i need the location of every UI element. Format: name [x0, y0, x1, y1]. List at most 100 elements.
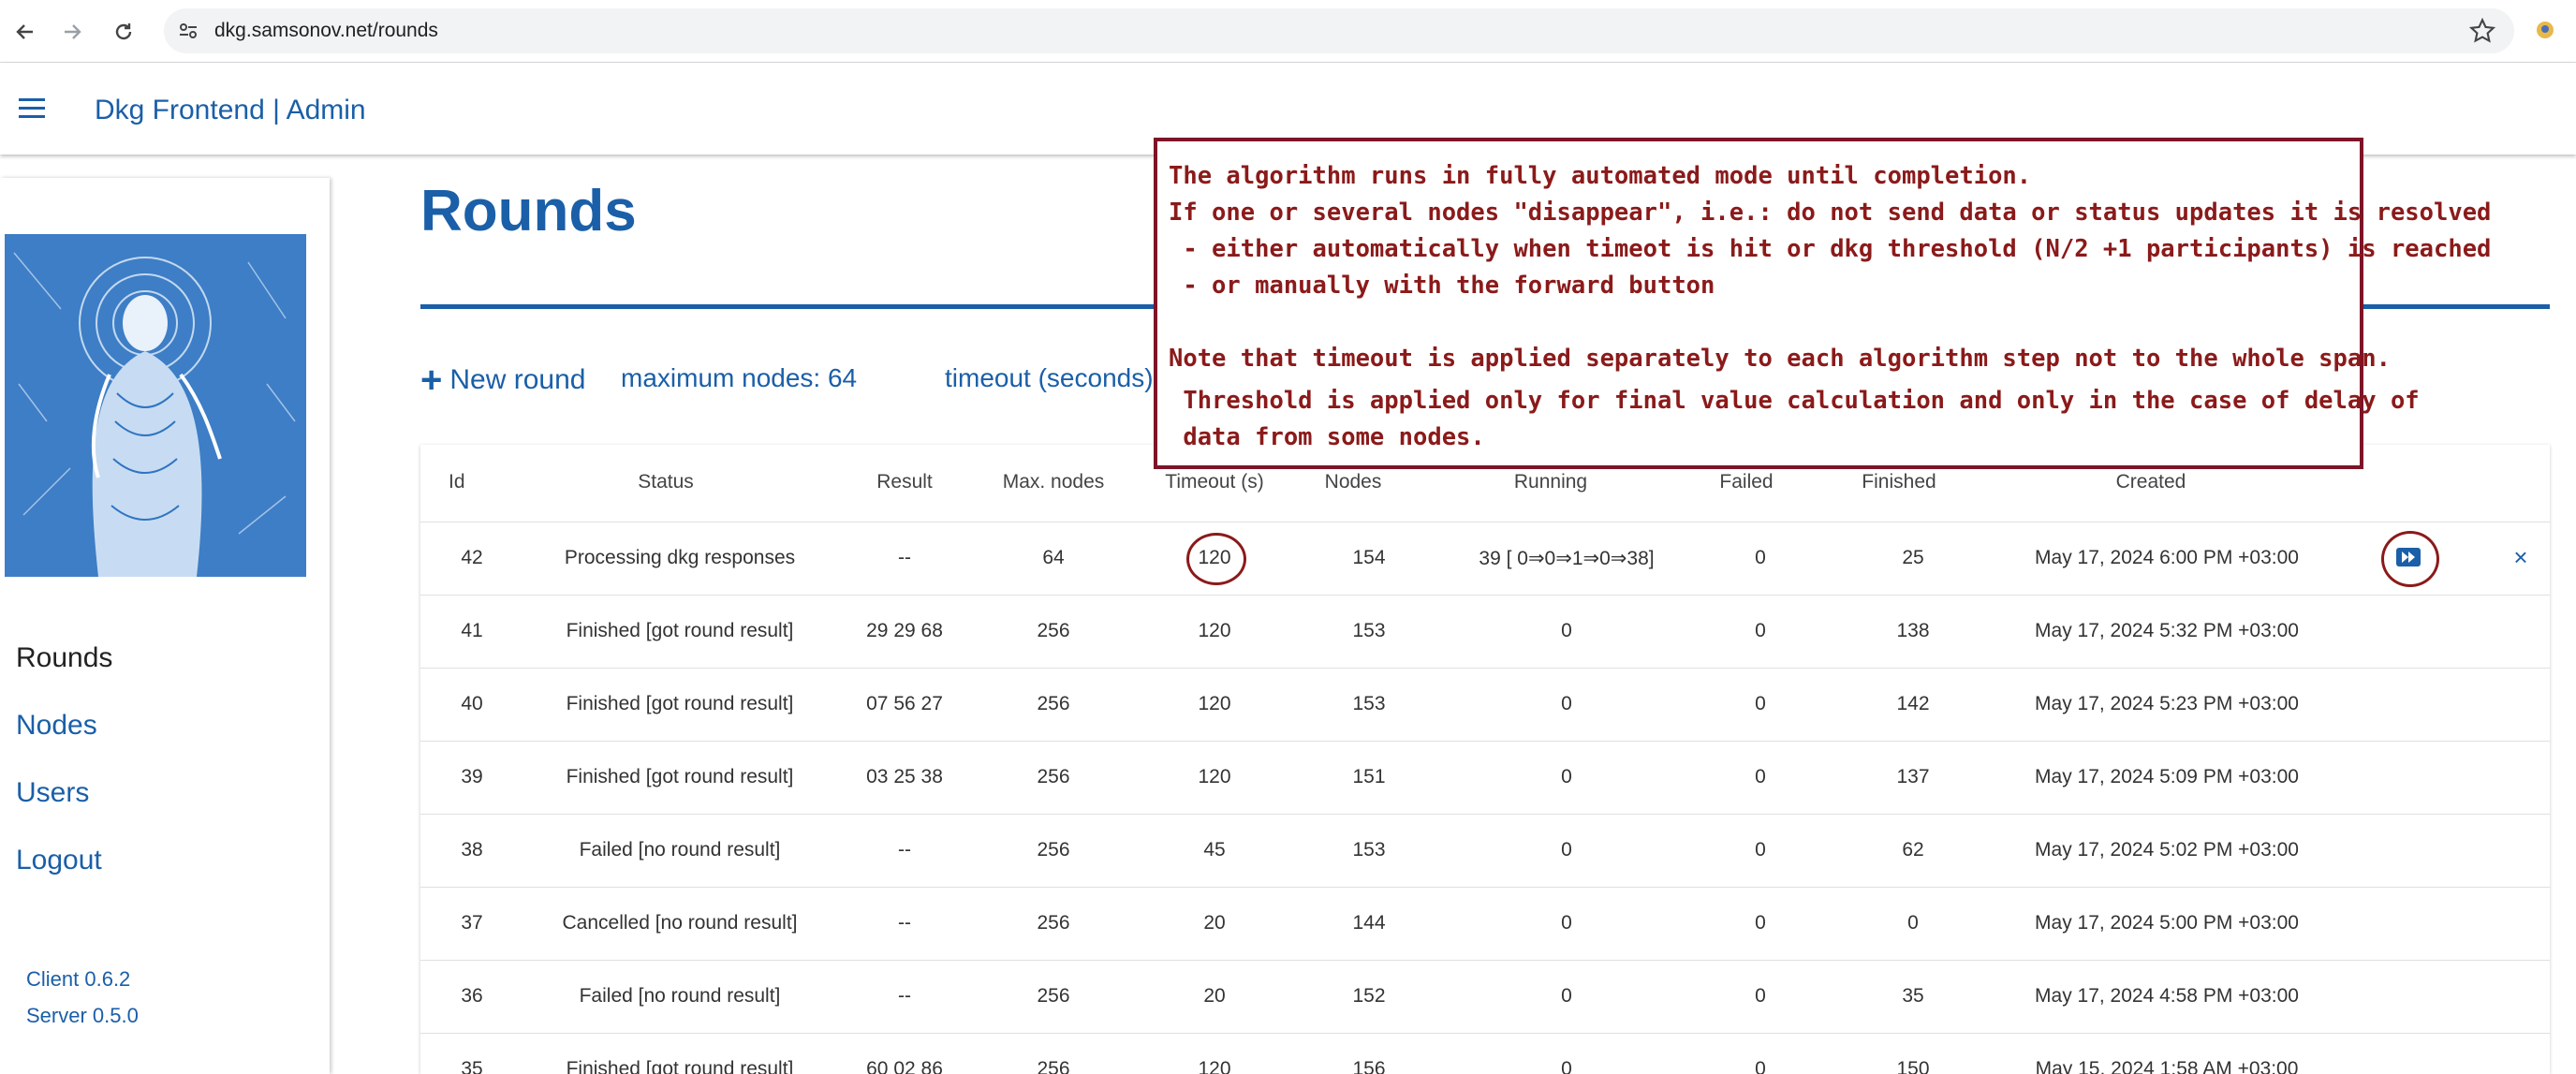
column-header-status[interactable]: Status	[638, 471, 694, 493]
table-row[interactable]: 36 Failed [no round result] -- 256 20 152 0 0 35…	[420, 960, 2550, 1034]
column-header-id[interactable]: Id	[449, 471, 465, 493]
timeout-highlight-circle	[1186, 533, 1246, 585]
annotation-callout: The algorithm runs in fully automated mo…	[1154, 138, 2492, 469]
timeout-setting[interactable]: timeout (seconds)	[945, 363, 1154, 393]
column-header-finished[interactable]: Finished	[1862, 471, 1936, 493]
cell-id: 37	[461, 912, 483, 934]
cancel-round-button[interactable]: ×	[2513, 543, 2527, 572]
cell-nodes: 152	[1352, 985, 1386, 1007]
reload-button[interactable]	[105, 13, 142, 51]
fast-forward-icon	[2396, 548, 2421, 566]
cell-result: --	[898, 547, 911, 568]
cell-created: May 17, 2024 4:58 PM +03:00	[2035, 985, 2299, 1007]
table-row[interactable]: 38 Failed [no round result] -- 256 45 153 0 0 62…	[420, 814, 2550, 888]
cell-id: 38	[461, 839, 483, 861]
sidebar-item-users[interactable]: Users	[16, 777, 89, 809]
plus-icon: +	[420, 360, 443, 401]
cell-result: --	[898, 839, 911, 861]
forward-button[interactable]	[54, 13, 92, 51]
cell-status: Finished [got round result]	[566, 766, 794, 787]
cell-max-nodes: 256	[1037, 766, 1070, 787]
back-button[interactable]	[6, 13, 43, 51]
cell-timeout: 120	[1198, 1058, 1231, 1074]
cell-created: May 17, 2024 5:02 PM +03:00	[2035, 839, 2299, 861]
cell-nodes: 156	[1352, 1058, 1386, 1074]
table-row[interactable]: 42 Processing dkg responses -- 64 120 154 39 […	[420, 522, 2550, 596]
forward-arrow-icon	[65, 24, 81, 39]
annotation-line: If one or several nodes "disappear", i.e…	[1169, 199, 2492, 227]
cell-timeout: 120	[1198, 693, 1231, 714]
cell-finished: 150	[1896, 1058, 1930, 1074]
cell-finished: 25	[1902, 547, 1924, 568]
hamburger-menu-icon[interactable]	[17, 96, 47, 121]
table-row[interactable]: 40 Finished [got round result] 07 56 27 256…	[420, 668, 2550, 742]
fast-forward-button[interactable]	[2395, 546, 2421, 568]
cell-running: 0	[1561, 985, 1572, 1007]
client-version: Client 0.6.2	[26, 967, 131, 991]
cell-nodes: 153	[1352, 693, 1386, 714]
cell-timeout: 120	[1198, 620, 1231, 641]
sidebar-item-nodes[interactable]: Nodes	[16, 710, 97, 742]
cell-failed: 0	[1755, 985, 1766, 1007]
cell-created: May 17, 2024 6:00 PM +03:00	[2035, 547, 2299, 568]
cell-result: --	[898, 912, 911, 934]
max-nodes-setting[interactable]: maximum nodes: 64	[621, 363, 857, 393]
cell-status: Finished [got round result]	[566, 693, 794, 714]
cell-failed: 0	[1755, 912, 1766, 934]
cell-created: May 17, 2024 5:00 PM +03:00	[2035, 912, 2299, 934]
cell-status: Finished [got round result]	[566, 1058, 794, 1074]
cell-finished: 62	[1902, 839, 1924, 861]
annotation-blank-line	[1169, 304, 2350, 341]
cell-failed: 0	[1755, 1058, 1766, 1074]
sidebar-deity-illustration	[5, 234, 306, 577]
cell-created: May 17, 2024 5:32 PM +03:00	[2035, 620, 2299, 641]
new-round-button[interactable]: + New round	[420, 361, 585, 399]
cell-nodes: 153	[1352, 839, 1386, 861]
cell-nodes: 154	[1352, 547, 1386, 568]
cell-failed: 0	[1755, 547, 1766, 568]
column-header-nodes[interactable]: Nodes	[1325, 471, 1382, 493]
address-bar[interactable]: dkg.samsonov.net/rounds	[164, 8, 2514, 53]
extension-icon[interactable]	[2534, 19, 2556, 41]
cell-max-nodes: 256	[1037, 1058, 1070, 1074]
cell-max-nodes: 256	[1037, 693, 1070, 714]
column-header-created[interactable]: Created	[2116, 471, 2186, 493]
cell-finished: 138	[1896, 620, 1930, 641]
column-header-timeout[interactable]: Timeout (s)	[1165, 471, 1263, 493]
cell-created: May 17, 2024 5:09 PM +03:00	[2035, 766, 2299, 787]
cell-created: May 17, 2024 5:23 PM +03:00	[2035, 693, 2299, 714]
cell-id: 40	[461, 693, 483, 714]
server-version: Server 0.5.0	[26, 1004, 139, 1027]
new-round-label: New round	[449, 364, 586, 395]
annotation-line: - either automatically when timeot is hi…	[1169, 235, 2492, 263]
column-header-running[interactable]: Running	[1514, 471, 1587, 493]
column-header-max-nodes[interactable]: Max. nodes	[1003, 471, 1105, 493]
site-settings-icon[interactable]	[177, 20, 199, 42]
annotation-line: data from some nodes.	[1169, 423, 1485, 451]
page-title: Rounds	[420, 179, 637, 243]
cell-finished: 35	[1902, 985, 1924, 1007]
sidebar-item-rounds[interactable]: Rounds	[16, 642, 112, 674]
cell-status: Failed [no round result]	[579, 985, 781, 1007]
table-row[interactable]: 41 Finished [got round result] 29 29 68 256…	[420, 595, 2550, 669]
cell-id: 35	[461, 1058, 483, 1074]
table-row[interactable]: 37 Cancelled [no round result] -- 256 20 144 0…	[420, 887, 2550, 961]
cell-max-nodes: 256	[1037, 912, 1070, 934]
cell-failed: 0	[1755, 766, 1766, 787]
cell-status: Cancelled [no round result]	[562, 912, 798, 934]
cell-running: 0	[1561, 839, 1572, 861]
column-header-failed[interactable]: Failed	[1719, 471, 1773, 493]
sidebar-item-logout[interactable]: Logout	[16, 845, 102, 876]
table-row[interactable]: 35 Finished [got round result] 60 02 86 256…	[420, 1033, 2550, 1074]
url-text: dkg.samsonov.net/rounds	[214, 20, 438, 41]
annotation-line: - or manually with the forward button	[1169, 272, 1715, 300]
browser-toolbar: dkg.samsonov.net/rounds	[0, 0, 2576, 63]
bookmark-star-icon[interactable]	[2469, 18, 2495, 44]
cell-running: 0	[1561, 693, 1572, 714]
cell-timeout: 120	[1198, 766, 1231, 787]
table-row[interactable]: 39 Finished [got round result] 03 25 38 256…	[420, 741, 2550, 815]
cell-id: 36	[461, 985, 483, 1007]
app-title: Dkg Frontend | Admin	[95, 95, 366, 125]
annotation-line: The algorithm runs in fully automated mo…	[1169, 162, 2032, 190]
column-header-result[interactable]: Result	[876, 471, 933, 493]
